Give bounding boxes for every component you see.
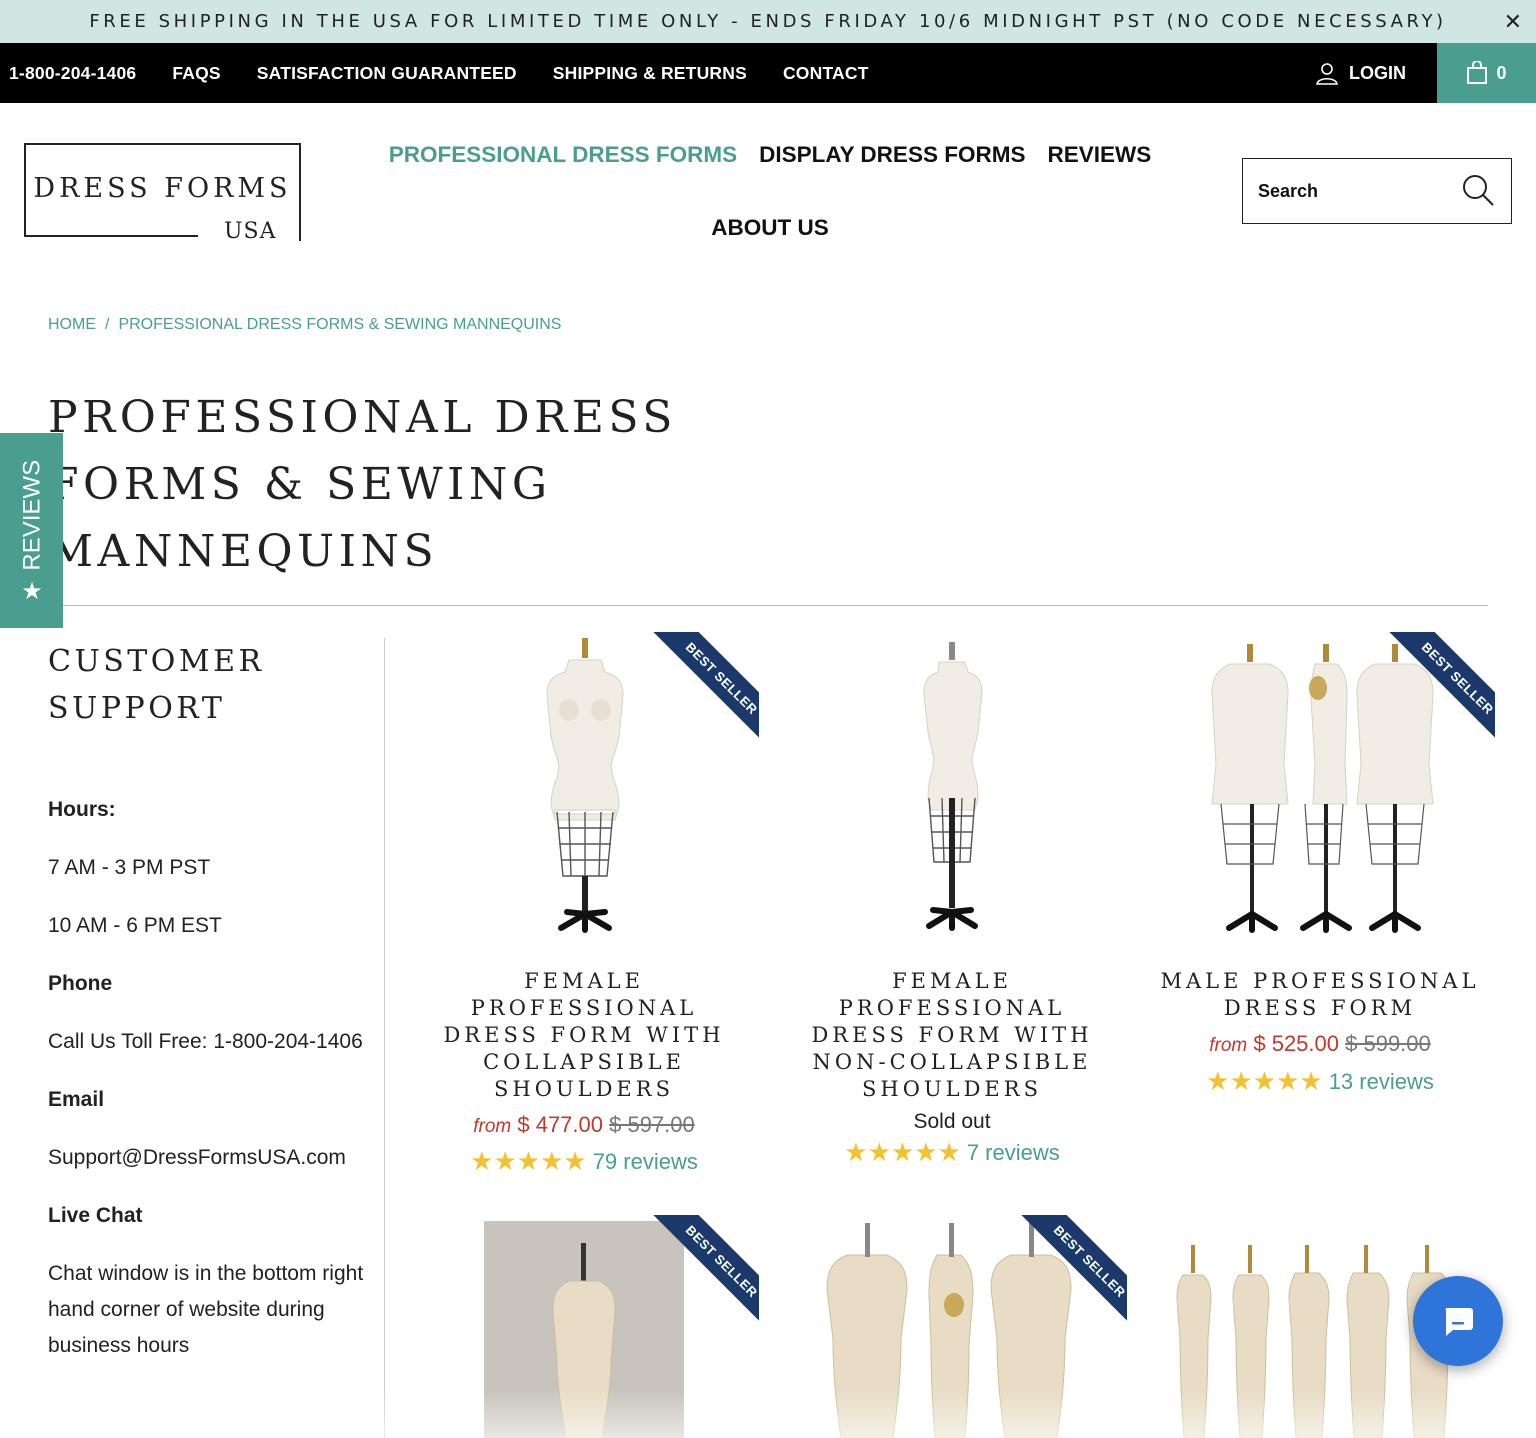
faqs-link[interactable]: FAQS	[172, 63, 220, 84]
phone-label: Phone	[48, 972, 113, 995]
nav-professional-dress-forms[interactable]: PROFESSIONAL DRESS FORMS	[389, 142, 737, 168]
email-label: Email	[48, 1088, 105, 1111]
user-icon	[1316, 63, 1338, 85]
nav-about-us[interactable]: ABOUT US	[711, 215, 829, 241]
cart-count: 0	[1496, 62, 1507, 83]
satisfaction-link[interactable]: SATISFACTION GUARANTEED	[257, 63, 517, 84]
best-seller-ribbon: BEST SELLER	[1383, 632, 1495, 744]
search-box	[1242, 158, 1512, 224]
best-seller-ribbon: BEST SELLER	[1015, 1215, 1127, 1327]
sold-out-label: Sold out	[913, 1110, 991, 1133]
nav-reviews[interactable]: REVIEWS	[1047, 142, 1151, 168]
product-rating[interactable]: ★★★★★ 13 reviews	[1155, 1066, 1485, 1097]
product-title[interactable]: MALE PROFESSIONAL DRESS FORM	[1155, 968, 1485, 1022]
product-image[interactable]	[787, 632, 1117, 942]
breadcrumb: HOME / PROFESSIONAL DRESS FORMS & SEWING M…	[48, 316, 561, 334]
announcement-text: FREE SHIPPING IN THE USA FOR LIMITED TIM…	[89, 11, 1447, 32]
main-nav: PROFESSIONAL DRESS FORMS DISPLAY DRESS F…	[360, 135, 1180, 248]
price-from: from	[1209, 1035, 1248, 1056]
best-seller-label: BEST SELLER	[1018, 1215, 1127, 1327]
product-title[interactable]: FEMALE PROFESSIONAL DRESS FORM WITH COLL…	[419, 968, 749, 1103]
product-title[interactable]: FEMALE PROFESSIONAL DRESS FORM WITH NON-…	[787, 968, 1117, 1103]
announcement-bar: FREE SHIPPING IN THE USA FOR LIMITED TIM…	[0, 0, 1536, 43]
sidebar-divider	[384, 638, 385, 1438]
product-rating[interactable]: ★★★★★ 79 reviews	[419, 1146, 749, 1177]
utility-nav: 1-800-204-1406 FAQS SATISFACTION GUARANT…	[0, 63, 905, 84]
hours-pst: 7 AM - 3 PM PST	[48, 856, 211, 879]
sale-price: $ 477.00	[517, 1112, 603, 1137]
top-utility-bar: 1-800-204-1406 FAQS SATISFACTION GUARANT…	[0, 43, 1536, 103]
product-rating[interactable]: ★★★★★ 7 reviews	[787, 1137, 1117, 1168]
reviews-tab-label: REVIEWS	[17, 459, 45, 571]
logo-frame-base	[24, 235, 198, 237]
login-link[interactable]: LOGIN	[1315, 43, 1406, 103]
live-chat-text: Chat window is in the bottom right hand …	[48, 1262, 364, 1357]
hours-label: Hours:	[48, 798, 116, 821]
reviews-side-tab[interactable]: ★ REVIEWS	[0, 433, 63, 628]
nav-display-dress-forms[interactable]: DISPLAY DRESS FORMS	[759, 142, 1025, 168]
cart-button[interactable]: 0	[1437, 43, 1536, 103]
sale-price: $ 525.00	[1253, 1031, 1339, 1056]
best-seller-label: BEST SELLER	[650, 632, 759, 744]
best-seller-ribbon: BEST SELLER	[647, 632, 759, 744]
logo-text: DRESS FORMS	[33, 173, 292, 204]
hours-est: 10 AM - 6 PM EST	[48, 914, 222, 937]
title-divider	[48, 605, 1488, 606]
customer-support-sidebar: CUSTOMER SUPPORT Hours: 7 AM - 3 PM PST …	[48, 638, 368, 1386]
breadcrumb-separator: /	[105, 316, 110, 333]
best-seller-ribbon: BEST SELLER	[647, 1215, 759, 1327]
site-logo[interactable]: DRESS FORMS USA	[24, 143, 301, 244]
breadcrumb-current[interactable]: PROFESSIONAL DRESS FORMS & SEWING MANNEQ…	[118, 316, 561, 333]
product-price: from $ 525.00 $ 599.00	[1155, 1031, 1485, 1057]
live-chat-button[interactable]	[1413, 1276, 1503, 1366]
best-seller-label: BEST SELLER	[1386, 632, 1495, 744]
best-seller-label: BEST SELLER	[650, 1215, 759, 1327]
page-title: PROFESSIONAL DRESS FORMS & SEWING MANNEQ…	[48, 392, 677, 577]
star-icon: ★	[20, 577, 43, 605]
email-text[interactable]: Support@DressFormsUSA.com	[48, 1140, 358, 1176]
shopping-bag-icon	[1467, 61, 1488, 84]
compare-price: $ 599.00	[1345, 1031, 1431, 1056]
search-icon[interactable]	[1461, 173, 1495, 207]
breadcrumb-home[interactable]: HOME	[48, 316, 96, 333]
phone-text: Call Us Toll Free: 1-800-204-1406	[48, 1030, 363, 1053]
product-price: from $ 477.00 $ 597.00	[419, 1112, 749, 1138]
phone-link[interactable]: 1-800-204-1406	[9, 63, 136, 84]
reviews-count: 7 reviews	[966, 1139, 1060, 1165]
chat-bubble-icon	[1445, 1308, 1473, 1336]
logo-subtext: USA	[220, 219, 281, 244]
search-input[interactable]	[1258, 180, 1458, 202]
login-label: LOGIN	[1349, 62, 1406, 83]
close-icon[interactable]: ✕	[1504, 9, 1522, 35]
compare-price: $ 597.00	[609, 1112, 695, 1137]
sidebar-title: CUSTOMER SUPPORT	[48, 644, 265, 726]
star-rating-icon: ★★★★★	[844, 1137, 961, 1167]
reviews-count: 13 reviews	[1328, 1068, 1434, 1094]
reviews-count: 79 reviews	[592, 1148, 698, 1174]
live-chat-label: Live Chat	[48, 1204, 143, 1227]
contact-link[interactable]: CONTACT	[783, 63, 869, 84]
star-rating-icon: ★★★★★	[1206, 1066, 1323, 1096]
star-rating-icon: ★★★★★	[470, 1146, 587, 1176]
price-from: from	[473, 1116, 512, 1137]
shipping-returns-link[interactable]: SHIPPING & RETURNS	[553, 63, 747, 84]
